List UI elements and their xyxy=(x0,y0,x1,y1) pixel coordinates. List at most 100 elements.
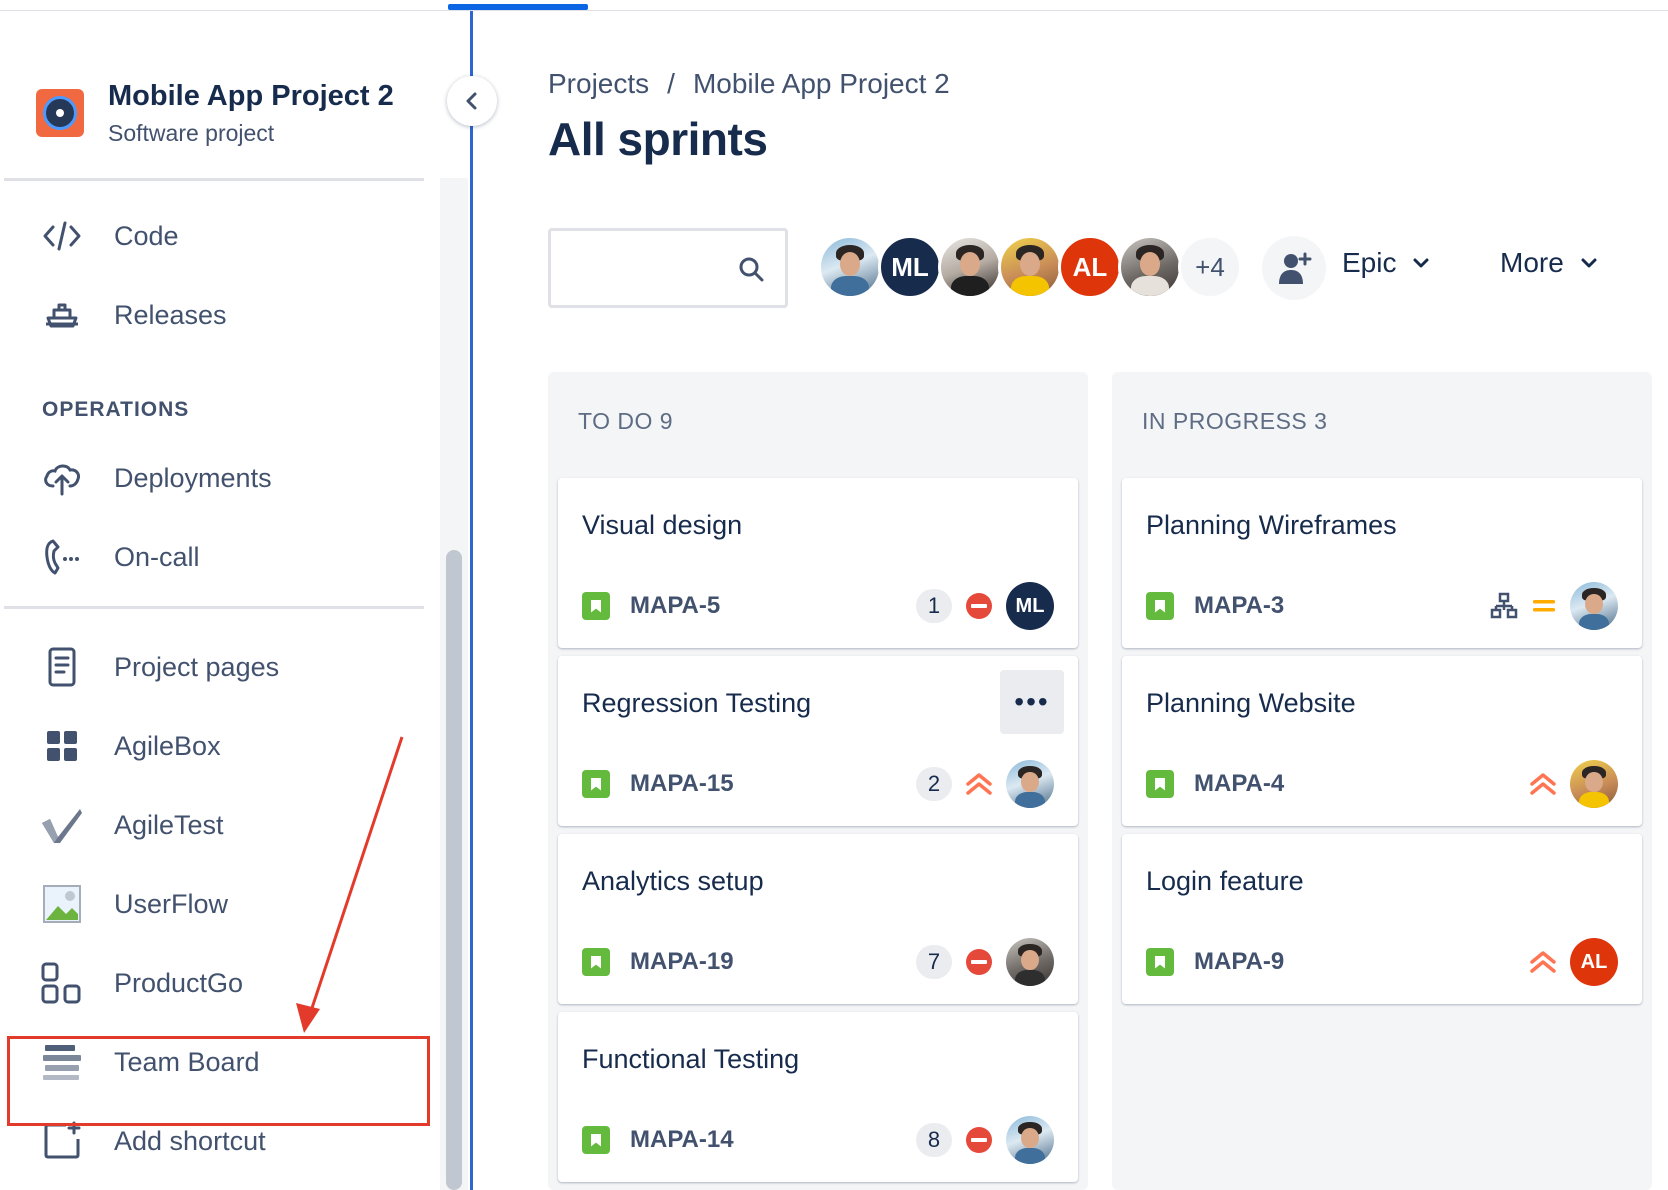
story-points-badge: 8 xyxy=(916,1123,952,1157)
checkmark-icon xyxy=(40,803,84,847)
project-type: Software project xyxy=(108,120,275,146)
sidebar-item-label: Project pages xyxy=(114,651,280,682)
issue-title: Visual design xyxy=(582,510,743,540)
assignee-avatar[interactable] xyxy=(1006,938,1054,986)
image-icon xyxy=(40,882,84,926)
avatar-initials: AL xyxy=(1072,251,1108,282)
column-title: TO DO 9 xyxy=(578,408,674,434)
avatar-filter-user-1[interactable] xyxy=(818,235,882,299)
story-points-badge: 2 xyxy=(916,767,952,801)
avatar-filter-user-6[interactable] xyxy=(1118,235,1182,299)
assignee-avatar[interactable] xyxy=(1006,760,1054,808)
more-filter-label: More xyxy=(1500,247,1564,278)
sidebar-item-project-pages[interactable]: Project pages xyxy=(40,637,420,697)
epic-filter-dropdown[interactable]: Epic xyxy=(1342,247,1430,279)
assignee-avatar[interactable] xyxy=(1570,760,1618,808)
breadcrumb-project-link[interactable]: Mobile App Project 2 xyxy=(693,68,950,100)
issue-key: MAPA-9 xyxy=(1194,948,1285,975)
issue-title: Planning Wireframes xyxy=(1146,510,1397,540)
issue-card[interactable]: Functional Testing MAPA-14 8 xyxy=(558,1012,1078,1182)
breadcrumb: Projects / Mobile App Project 2 xyxy=(548,68,950,100)
sidebar-divider-1 xyxy=(4,178,424,181)
card-more-actions-button[interactable]: ••• xyxy=(1000,670,1064,734)
breadcrumb-projects-link[interactable]: Projects xyxy=(548,68,649,100)
board-column-todo: TO DO 9 Visual design MAPA-5 1 ML Regres… xyxy=(548,372,1088,1190)
add-user-icon xyxy=(1279,252,1312,284)
chevron-left-icon xyxy=(466,92,477,110)
page-icon xyxy=(40,645,84,689)
sidebar-item-deployments[interactable]: Deployments xyxy=(40,448,420,508)
issue-title: Functional Testing xyxy=(582,1044,800,1074)
issue-key: MAPA-5 xyxy=(630,592,721,619)
chevron-down-icon xyxy=(1581,258,1597,268)
assignee-avatar[interactable]: ML xyxy=(1006,582,1054,630)
search-icon xyxy=(739,257,764,282)
subtask-hierarchy-icon xyxy=(1490,592,1518,619)
avatar-initials: ML xyxy=(891,251,929,282)
story-icon xyxy=(1146,592,1174,620)
issue-card[interactable]: Planning Website MAPA-4 xyxy=(1122,656,1642,826)
story-icon xyxy=(582,592,610,620)
story-icon xyxy=(582,948,610,976)
assignee-initials: ML xyxy=(1015,594,1045,617)
more-filter-dropdown[interactable]: More xyxy=(1500,247,1598,279)
code-icon xyxy=(40,214,84,258)
issue-key: MAPA-19 xyxy=(630,948,734,975)
page-title: All sprints xyxy=(548,113,768,165)
breadcrumb-separator: / xyxy=(667,68,675,99)
more-avatars-button[interactable]: +4 xyxy=(1178,235,1242,299)
board-column-in-progress: IN PROGRESS 3 Planning Wireframes MAPA-3… xyxy=(1112,372,1652,1190)
assignee-avatar[interactable] xyxy=(1006,1116,1054,1164)
epic-filter-label: Epic xyxy=(1342,247,1397,278)
sidebar-item-label: ProductGo xyxy=(114,967,244,998)
sidebar-item-label: Add shortcut xyxy=(114,1125,266,1156)
priority-blocker-icon xyxy=(966,593,992,619)
sidebar-item-code[interactable]: Code xyxy=(40,206,420,266)
priority-high-icon xyxy=(966,773,992,795)
sidebar-item-label: Code xyxy=(114,220,179,251)
issue-card[interactable]: Regression Testing ••• MAPA-15 2 xyxy=(558,656,1078,826)
issue-card[interactable]: Planning Wireframes MAPA-3 xyxy=(1122,478,1642,648)
priority-blocker-icon xyxy=(966,949,992,975)
grid-icon xyxy=(40,724,84,768)
story-points-badge: 1 xyxy=(916,589,952,623)
issue-card[interactable]: Visual design MAPA-5 1 ML xyxy=(558,478,1078,648)
issue-key: MAPA-14 xyxy=(630,1126,734,1153)
story-icon xyxy=(1146,770,1174,798)
assignee-avatar[interactable] xyxy=(1570,582,1618,630)
sidebar-item-releases[interactable]: Releases xyxy=(40,285,420,345)
sidebar-scrollbar-thumb[interactable] xyxy=(446,550,462,1190)
chevron-down-icon xyxy=(1413,258,1429,268)
avatar-filter-user-3[interactable] xyxy=(938,235,1002,299)
sidebar-divider-2 xyxy=(4,606,424,609)
sidebar-item-label: Deployments xyxy=(114,462,272,493)
issue-card[interactable]: Login feature MAPA-9 AL xyxy=(1122,834,1642,1004)
issue-key: MAPA-15 xyxy=(630,770,734,797)
priority-high-icon xyxy=(1530,773,1556,795)
search-box[interactable] xyxy=(548,228,788,308)
collapse-sidebar-button[interactable] xyxy=(447,76,497,126)
column-title: IN PROGRESS 3 xyxy=(1142,408,1328,434)
phone-icon xyxy=(40,535,84,579)
issue-title: Analytics setup xyxy=(582,866,764,896)
avatar-filter-user-ml[interactable]: ML xyxy=(878,235,942,299)
project-header[interactable]: Mobile App Project 2 Software project xyxy=(36,78,394,147)
sidebar-resize-handle[interactable] xyxy=(470,11,473,1190)
story-icon xyxy=(582,1126,610,1154)
search-input[interactable] xyxy=(561,231,741,301)
avatar-filter-user-4[interactable] xyxy=(998,235,1062,299)
sidebar-item-label: On-call xyxy=(114,541,200,572)
add-people-button[interactable] xyxy=(1262,236,1326,300)
sidebar-item-on-call[interactable]: On-call xyxy=(40,527,420,587)
issue-card[interactable]: Analytics setup MAPA-19 7 xyxy=(558,834,1078,1004)
issue-title: Regression Testing xyxy=(582,688,812,718)
sidebar-item-label: Releases xyxy=(114,299,227,330)
story-icon xyxy=(582,770,610,798)
ship-icon xyxy=(40,293,84,337)
avatar-filter-user-al[interactable]: AL xyxy=(1058,235,1122,299)
sidebar-section-title: OPERATIONS xyxy=(42,398,190,421)
priority-blocker-icon xyxy=(966,1127,992,1153)
annotation-highlight-box xyxy=(7,1036,430,1126)
cloud-upload-icon xyxy=(40,456,84,500)
assignee-avatar[interactable]: AL xyxy=(1570,938,1618,986)
